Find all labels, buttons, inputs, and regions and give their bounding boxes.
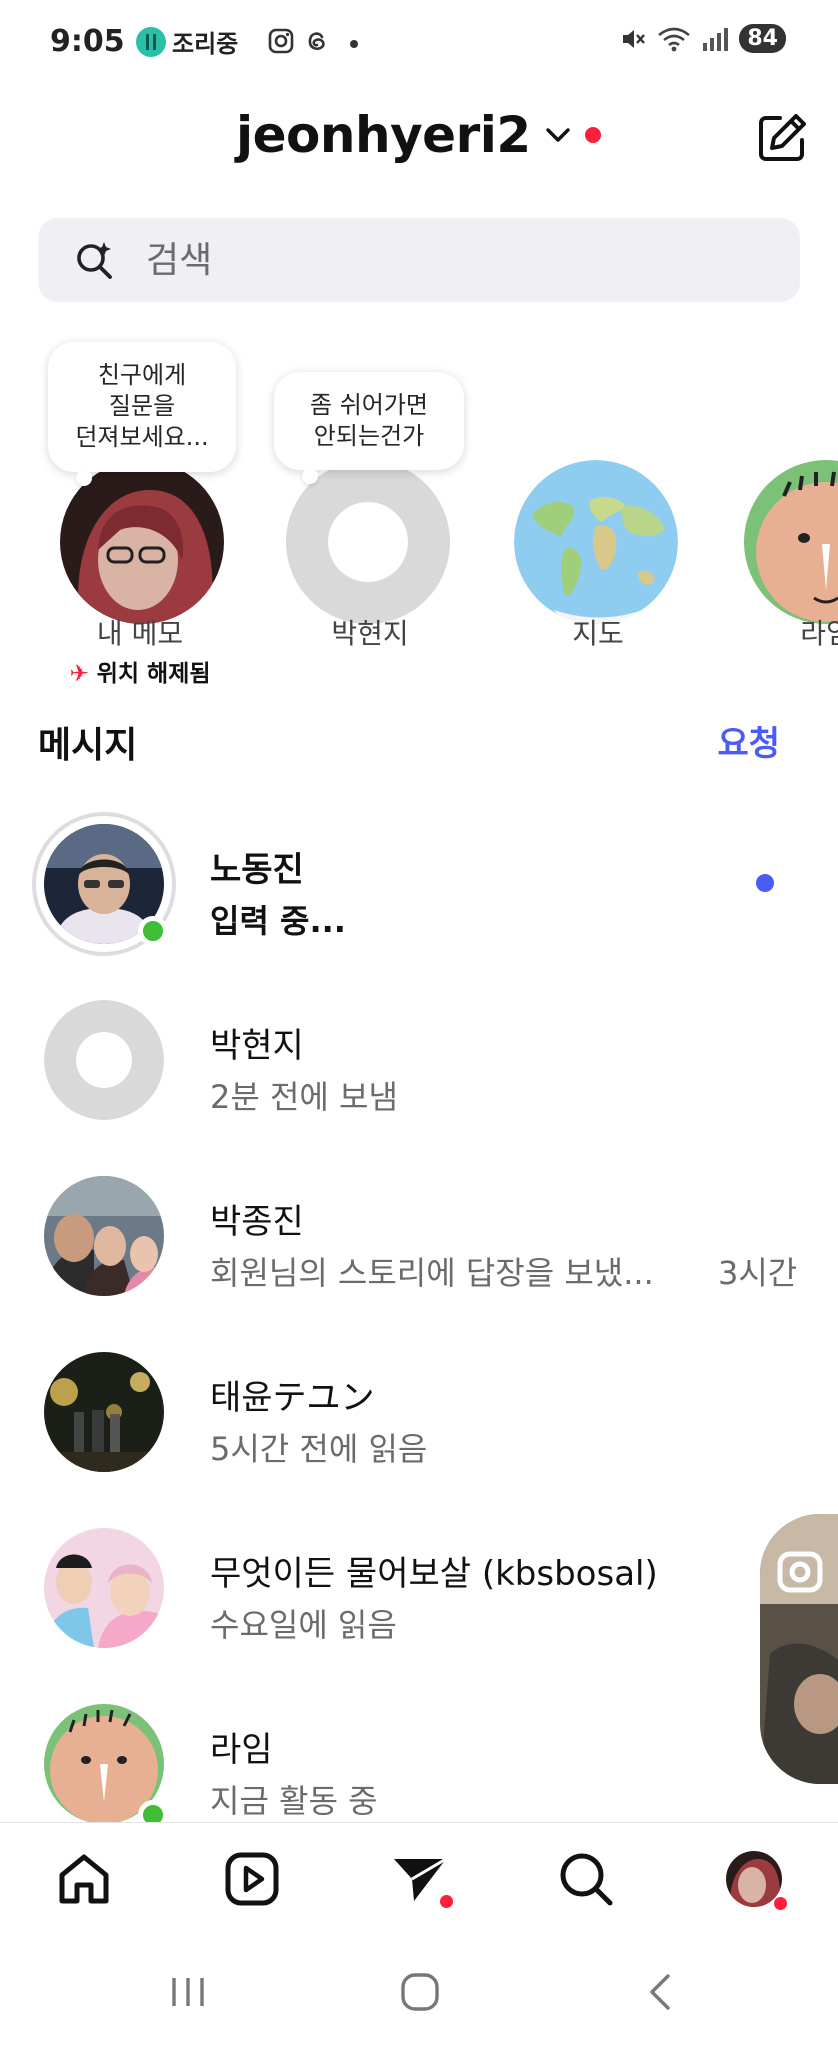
default-avatar xyxy=(44,1000,164,1120)
conversation-name: 라임 xyxy=(210,1730,273,1770)
conversation-row[interactable]: 박종진 회원님의 스토리에 답장을 보냈... 3시간 xyxy=(0,1148,838,1324)
wifi-icon xyxy=(658,27,691,51)
status-app-indicator: 조리중 xyxy=(136,24,238,59)
account-notification-dot xyxy=(584,127,601,143)
messages-section-header: 메시지 요청 xyxy=(38,716,780,766)
ai-search-icon xyxy=(77,242,112,279)
system-navigation-bar xyxy=(0,1932,838,2048)
conversation-row[interactable]: 라임 지금 활동 중 xyxy=(0,1676,838,1822)
status-system-icons: 84 xyxy=(619,24,786,53)
account-name: jeonhyeri2 xyxy=(236,106,531,164)
online-status-indicator xyxy=(138,1800,168,1822)
chevron-down-icon xyxy=(545,128,570,142)
unread-indicator xyxy=(756,874,774,892)
conversation-preview: 회원님의 스토리에 답장을 보냈... xyxy=(210,1254,654,1292)
more-notifications-dot xyxy=(350,40,358,48)
requests-link[interactable]: 요청 xyxy=(717,716,780,765)
account-switcher[interactable]: jeonhyeri2 xyxy=(236,106,601,164)
conversation-preview: 수요일에 읽음 xyxy=(210,1606,397,1644)
signal-icon xyxy=(703,27,729,51)
reels-icon[interactable] xyxy=(222,1849,282,1909)
bottom-navigation xyxy=(0,1822,838,1932)
conversation-row[interactable]: 박현지 2분 전에 보냄 xyxy=(0,972,838,1148)
conversation-name: 박종진 xyxy=(210,1202,304,1242)
messages-title: 메시지 xyxy=(38,725,138,766)
avatar xyxy=(44,1352,164,1472)
note-name: 내 메모 xyxy=(96,617,184,650)
globe-map-icon xyxy=(514,460,678,624)
mute-icon xyxy=(623,29,646,48)
search-icon[interactable] xyxy=(556,1849,616,1909)
online-status-indicator xyxy=(138,916,168,946)
conversation-preview: 지금 활동 중 xyxy=(210,1782,378,1820)
status-time: 9:05 xyxy=(50,24,125,59)
note-bubble-text: 친구에게 질문을 던져보세요... xyxy=(75,361,209,452)
profile-tab[interactable] xyxy=(724,1849,787,1910)
status-app-label: 조리중 xyxy=(172,30,239,58)
note-bubble: 좀 쉬어가면 안되는건가 xyxy=(274,372,464,485)
recent-apps-icon[interactable] xyxy=(168,1972,208,2012)
note-friend[interactable]: 좀 쉬어가면 안되는건가 박현지 xyxy=(268,330,468,690)
status-bar: 9:05 조리중 84 xyxy=(0,0,838,88)
avatar xyxy=(44,1176,164,1296)
conversation-row[interactable]: 무엇이든 물어보살 (kbsbosal) 수요일에 읽음 xyxy=(0,1500,838,1676)
conversation-name: 박현지 xyxy=(210,1026,304,1066)
instagram-notification-icon xyxy=(268,28,294,54)
messages-header: jeonhyeri2 xyxy=(0,96,838,182)
search-bar[interactable] xyxy=(38,218,800,302)
default-avatar xyxy=(286,460,450,624)
search-input[interactable] xyxy=(146,239,646,281)
app-activity-icon xyxy=(136,26,166,57)
battery-indicator: 84 xyxy=(739,24,786,53)
note-map[interactable]: 지도 xyxy=(496,330,696,690)
note-friend[interactable]: 라임 xyxy=(724,330,838,690)
note-name: 지도 xyxy=(572,617,624,650)
conversation-name: 태윤テユン xyxy=(210,1378,375,1418)
note-my-note[interactable]: 친구에게 질문을 던져보세요... 내 메모 ✈︎ 위치 해제됨 xyxy=(40,330,240,690)
threads-notification-icon xyxy=(308,32,325,51)
note-bubble: 친구에게 질문을 던져보세요... xyxy=(48,342,236,486)
messages-tab[interactable] xyxy=(390,1849,453,1909)
messages-notification-dot xyxy=(440,1895,453,1908)
conversation-preview: 입력 중... xyxy=(210,902,346,940)
conversation-preview: 2분 전에 보냄 xyxy=(210,1078,398,1116)
home-icon[interactable] xyxy=(54,1849,114,1909)
avatar xyxy=(44,1528,164,1648)
compose-icon[interactable] xyxy=(754,110,810,166)
notes-row: 친구에게 질문을 던져보세요... 내 메모 ✈︎ 위치 해제됨 좀 쉬어가면 … xyxy=(0,330,838,690)
location-off-label: ✈︎ 위치 해제됨 xyxy=(69,661,211,687)
note-bubble-text: 좀 쉬어가면 안되는건가 xyxy=(309,391,429,451)
conversation-name: 무엇이든 물어보살 (kbsbosal) xyxy=(210,1554,658,1594)
conversation-time: 3시간 xyxy=(718,1254,798,1292)
note-name: 박현지 xyxy=(331,617,409,650)
note-name: 라임 xyxy=(800,617,838,650)
back-icon[interactable] xyxy=(640,1972,680,2012)
floating-video-bubble[interactable] xyxy=(760,1514,838,1784)
conversation-row[interactable]: 노동진 입력 중... xyxy=(0,796,838,972)
profile-notification-dot xyxy=(774,1897,787,1910)
location-off-icon: ✈︎ xyxy=(69,661,89,687)
avatar xyxy=(744,460,838,624)
conversation-preview: 5시간 전에 읽음 xyxy=(210,1430,428,1468)
home-button-icon[interactable] xyxy=(400,1972,440,2012)
conversation-name: 노동진 xyxy=(210,850,304,890)
conversation-row[interactable]: 태윤テユン 5시간 전에 읽음 xyxy=(0,1324,838,1500)
